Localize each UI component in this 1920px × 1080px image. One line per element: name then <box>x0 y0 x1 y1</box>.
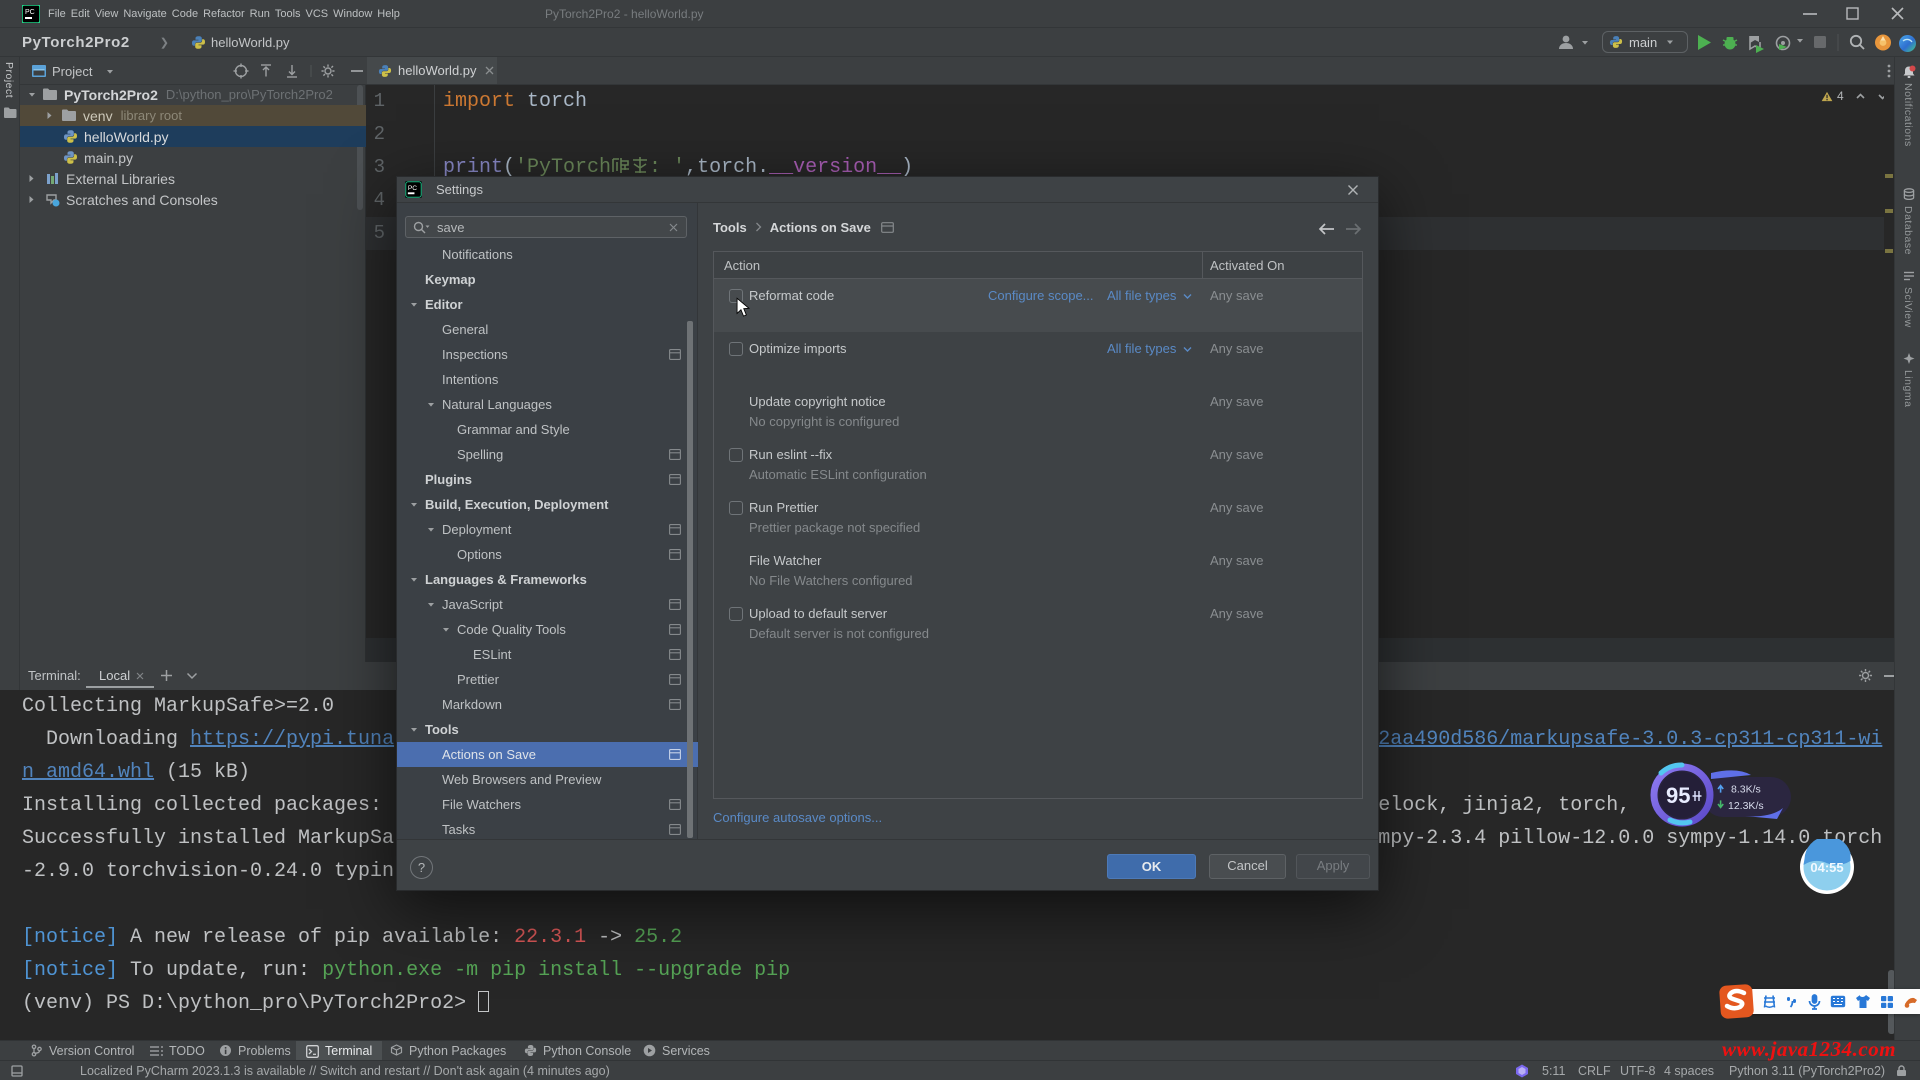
svg-text:PC: PC <box>25 9 35 16</box>
svg-text:PC: PC <box>408 185 417 192</box>
